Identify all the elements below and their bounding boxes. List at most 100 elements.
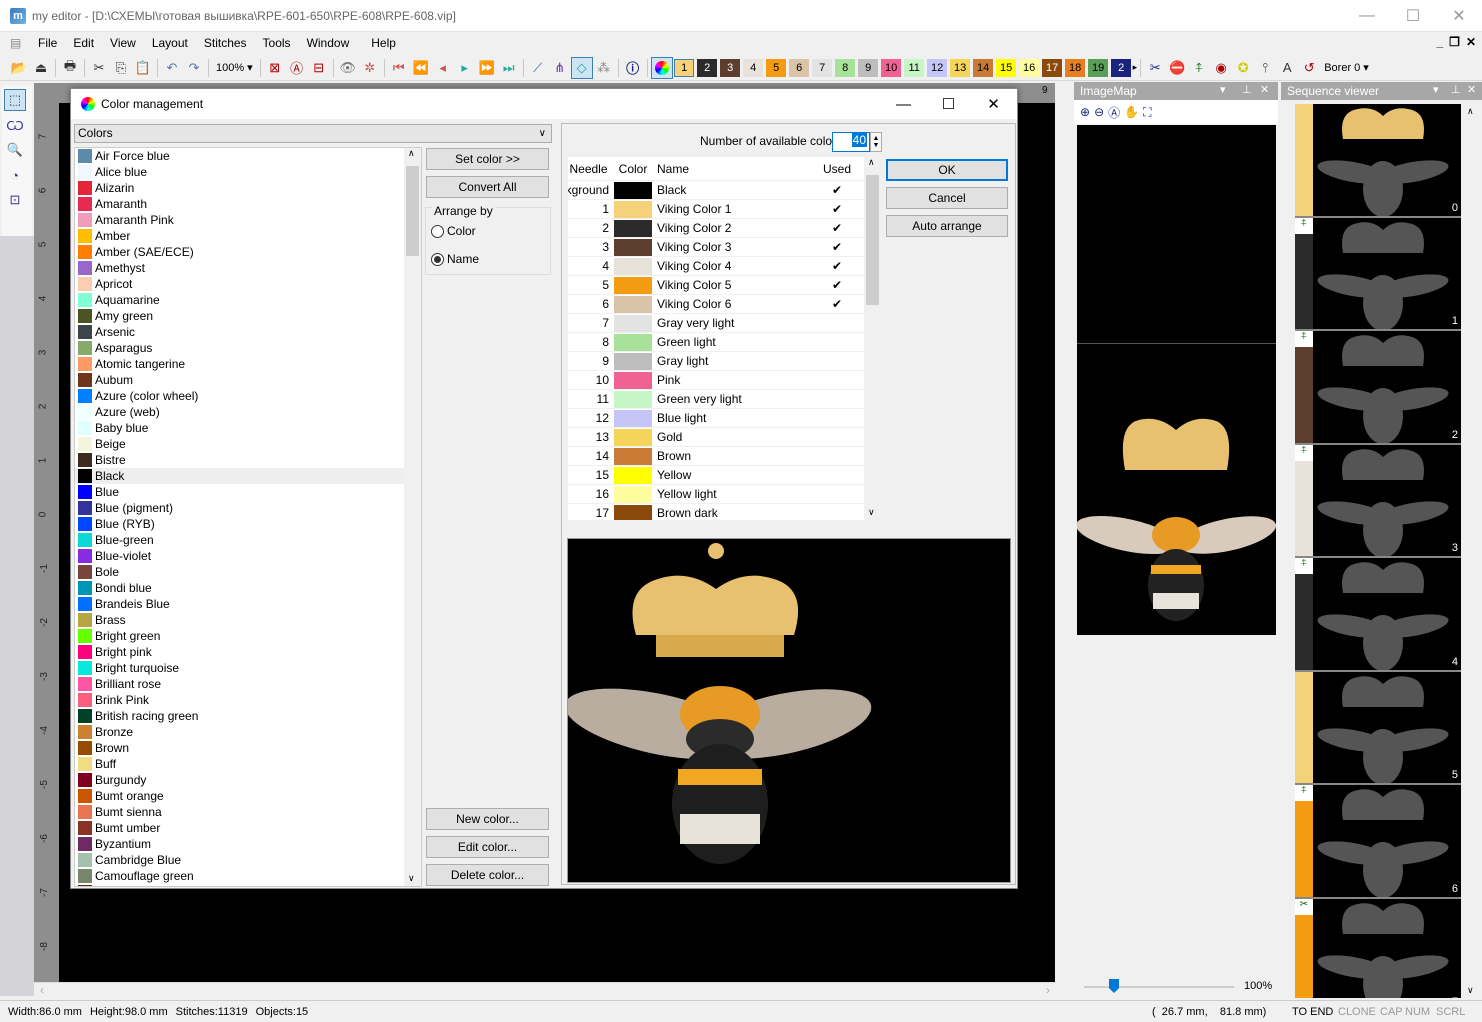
fit-icon[interactable]: ⛶	[1143, 105, 1151, 120]
arrange-by-name-radio[interactable]: Name	[431, 252, 479, 266]
color-list-item[interactable]: Blue (RYB)	[75, 516, 421, 532]
zoom-in-icon[interactable]: ⊕	[1080, 105, 1090, 119]
color-list-item[interactable]: Burgundy	[75, 772, 421, 788]
needle-button-10[interactable]: 10	[881, 58, 902, 77]
mdi-close-button[interactable]: ✕	[1466, 35, 1476, 49]
color-list-item[interactable]: Azure (color wheel)	[75, 388, 421, 404]
color-swatch[interactable]	[614, 352, 652, 370]
needle-button-12[interactable]: 12	[927, 58, 948, 77]
color-list[interactable]: Air Force blue Alice blue Alizarin Amaranth…	[74, 147, 422, 887]
needle-button-6[interactable]: 6	[789, 58, 810, 77]
table-row[interactable]: 13 Gold	[568, 428, 864, 447]
needle-button-1[interactable]: 1	[674, 58, 695, 77]
borer-icon[interactable]: ↺	[1298, 57, 1320, 79]
hide-icon[interactable]: ✲	[359, 57, 381, 79]
cut-icon[interactable]: ✂	[88, 57, 110, 79]
pin-icon[interactable]: ⊥	[1242, 83, 1252, 96]
sequence-scrollbar[interactable]: ∧ ∨	[1463, 104, 1480, 998]
mdi-restore-button[interactable]: ❐	[1449, 35, 1460, 49]
header-color[interactable]: Color	[613, 162, 653, 176]
color-list-item[interactable]: Apricot	[75, 276, 421, 292]
color-list-item[interactable]: Azure (web)	[75, 404, 421, 420]
available-colors-input[interactable]: 40	[832, 132, 870, 152]
needle-icon[interactable]: ⫯	[1254, 57, 1276, 79]
color-list-item[interactable]: Buff	[75, 756, 421, 772]
table-row[interactable]: 8 Green light	[568, 333, 864, 352]
zoom-tool-icon[interactable]: 🔍	[4, 139, 26, 161]
color-list-item[interactable]: Bronze	[75, 724, 421, 740]
maximize-button[interactable]: ☐	[1390, 0, 1436, 32]
color-wheel-icon[interactable]	[650, 56, 673, 79]
dialog-maximize-button[interactable]: ☐	[926, 89, 971, 119]
header-name[interactable]: Name	[653, 162, 818, 176]
color-list-item[interactable]: Bole	[75, 564, 421, 580]
set-color-button[interactable]: Set color >>	[426, 148, 549, 170]
scroll-down-icon[interactable]: ∨	[408, 873, 415, 884]
menu-tools[interactable]: Tools	[255, 36, 299, 50]
color-swatch[interactable]	[614, 219, 652, 237]
color-list-item[interactable]: Brandeis Blue	[75, 596, 421, 612]
color-list-item[interactable]: Baby blue	[75, 420, 421, 436]
available-colors-spinner[interactable]: ▲ ▼	[870, 132, 882, 152]
color-swatch[interactable]	[614, 333, 652, 351]
canvas-vertical-scrollbar[interactable]	[1055, 83, 1071, 983]
first-color-icon[interactable]: ⏮	[388, 57, 410, 79]
redo-icon[interactable]: ↷	[183, 57, 205, 79]
prev-color-icon[interactable]: ⏪	[410, 57, 432, 79]
color-list-item[interactable]: Bright turquoise	[75, 660, 421, 676]
zoom-select[interactable]: 100% ▾	[212, 61, 257, 75]
scroll-down-icon[interactable]: ∨	[868, 507, 875, 518]
table-row[interactable]: 15 Yellow	[568, 466, 864, 485]
minimize-button[interactable]: —	[1344, 0, 1390, 32]
needle-button-8[interactable]: 8	[835, 58, 856, 77]
canvas-horizontal-scrollbar[interactable]: ‹ ›	[34, 982, 1056, 998]
zoom-out-icon[interactable]: ⊖	[1094, 105, 1104, 119]
table-row[interactable]: 1 Viking Color 1 ✔	[568, 200, 864, 219]
color-swatch[interactable]	[614, 257, 652, 275]
table-row[interactable]: Background Black ✔	[568, 181, 864, 200]
needle-button-16[interactable]: 16	[1019, 58, 1040, 77]
edit-color-button[interactable]: Edit color...	[426, 836, 549, 858]
next-stitch-icon[interactable]: ▸	[454, 57, 476, 79]
resize-tool-icon[interactable]: ⊡	[4, 189, 26, 211]
table-row[interactable]: 12 Blue light	[568, 409, 864, 428]
paste-icon[interactable]: 📋	[132, 57, 154, 79]
color-list-item[interactable]: Alice blue	[75, 164, 421, 180]
needle-button-13[interactable]: 13	[950, 58, 971, 77]
table-row[interactable]: 7 Gray very light	[568, 314, 864, 333]
color-list-item[interactable]: Atomic tangerine	[75, 356, 421, 372]
scroll-up-icon[interactable]: ∧	[868, 157, 875, 168]
arrange-by-color-radio[interactable]: Color	[431, 224, 476, 238]
scroll-left-icon[interactable]: ‹	[40, 983, 44, 997]
color-list-item[interactable]: Brilliant rose	[75, 676, 421, 692]
stitch-density-icon[interactable]: ⋔	[549, 57, 571, 79]
color-list-item[interactable]: Aubum	[75, 372, 421, 388]
auto-arrange-button[interactable]: Auto arrange	[886, 215, 1008, 237]
color-swatch[interactable]	[614, 276, 652, 294]
color-list-item[interactable]: Bright pink	[75, 644, 421, 660]
next-color-icon[interactable]: ⏩	[476, 57, 498, 79]
sequence-item[interactable]: ⍏ 4	[1295, 558, 1461, 672]
shape-tool-icon[interactable]: ◇	[570, 56, 593, 79]
hoop-minus-icon[interactable]: ⊟	[308, 57, 330, 79]
table-row[interactable]: 16 Yellow light	[568, 485, 864, 504]
color-list-item[interactable]: Cambridge Blue	[75, 852, 421, 868]
panel-close-icon[interactable]: ✕	[1467, 83, 1476, 96]
spin-up-icon[interactable]: ▲	[873, 135, 880, 142]
header-used[interactable]: Used	[818, 162, 856, 176]
pin-icon[interactable]: ⊥	[1451, 83, 1461, 96]
color-list-item[interactable]: Caput Mortuum	[75, 884, 421, 886]
needle-button-19[interactable]: 19	[1088, 58, 1109, 77]
color-swatch[interactable]	[614, 428, 652, 446]
color-palette-select[interactable]: Colors ∨	[74, 124, 552, 143]
panel-menu-icon[interactable]: ▾	[1433, 83, 1439, 96]
menu-window[interactable]: Window	[299, 36, 358, 50]
color-list-item[interactable]: Beige	[75, 436, 421, 452]
color-list-item[interactable]: Amber (SAE/ECE)	[75, 244, 421, 260]
color-list-item[interactable]: Brown	[75, 740, 421, 756]
hoop-fit-icon[interactable]: ⊠	[264, 57, 286, 79]
print-icon[interactable]: 🖶	[59, 57, 81, 79]
color-swatch[interactable]	[614, 181, 652, 199]
color-list-item[interactable]: Bondi blue	[75, 580, 421, 596]
scroll-up-icon[interactable]: ∧	[1467, 106, 1474, 117]
